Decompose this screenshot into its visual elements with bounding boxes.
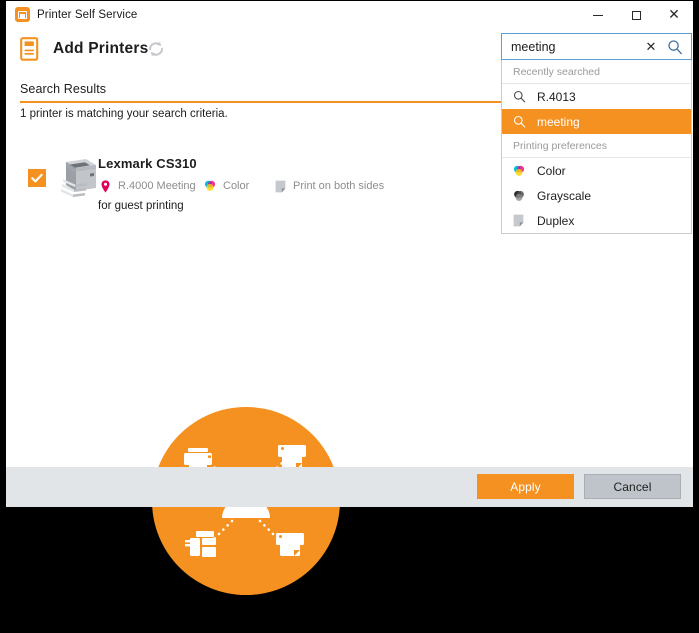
- window-title: Printer Self Service: [37, 8, 138, 21]
- search-results-heading: Search Results: [20, 82, 107, 96]
- printing-preferences-group-label: Printing preferences: [502, 134, 691, 157]
- search-input[interactable]: [502, 35, 651, 58]
- preference-label: Color: [537, 163, 566, 178]
- printer-name: Lexmark CS310: [98, 156, 197, 171]
- minimize-icon[interactable]: [579, 1, 617, 29]
- recently-searched-group-label: Recently searched: [502, 60, 691, 83]
- search-icon: [513, 115, 529, 128]
- search-suggestions-dropdown: Recently searched R.4013 meeting Printin…: [501, 60, 692, 234]
- title-bar-left: Printer Self Service: [15, 7, 137, 22]
- screen: Printer Self Service ✕ Add Printers Sear…: [0, 0, 699, 633]
- suggestion-item-r4013[interactable]: R.4013: [502, 84, 691, 109]
- application-window: Printer Self Service ✕ Add Printers Sear…: [6, 1, 693, 595]
- printer-color-mode: Color: [203, 180, 273, 192]
- search-icon[interactable]: [667, 39, 683, 55]
- color-icon: [203, 180, 217, 192]
- printer-location-label: R.4000 Meeting: [118, 180, 196, 192]
- printer-app-icon: [15, 7, 30, 22]
- refresh-icon[interactable]: [146, 39, 166, 59]
- preference-label: Grayscale: [537, 188, 592, 203]
- suggestion-item-meeting[interactable]: meeting: [502, 109, 691, 134]
- printer-meta-row: R.4000 Meeting Color Print on both sides: [98, 178, 384, 194]
- search-area: ✕ Recently searched: [501, 33, 692, 234]
- result-count-text: 1 printer is matching your search criter…: [20, 108, 228, 120]
- search-box[interactable]: ✕: [501, 33, 692, 60]
- preference-item-grayscale[interactable]: Grayscale: [502, 183, 691, 208]
- printer-duplex: Print on both sides: [273, 180, 384, 193]
- duplex-icon: [273, 180, 287, 193]
- window-controls: ✕: [579, 1, 693, 29]
- preference-item-duplex[interactable]: Duplex: [502, 208, 691, 233]
- cancel-button[interactable]: Cancel: [584, 474, 681, 499]
- apply-button[interactable]: Apply: [477, 474, 574, 499]
- close-icon[interactable]: ✕: [655, 1, 693, 29]
- grayscale-icon: [513, 190, 529, 202]
- location-pin-icon: [98, 179, 112, 193]
- printer-select-checkbox[interactable]: [28, 169, 46, 187]
- printer-duplex-label: Print on both sides: [293, 180, 385, 192]
- maximize-icon[interactable]: [617, 1, 655, 29]
- printer-thumbnail: [56, 157, 100, 199]
- page-title: Add Printers: [53, 40, 149, 57]
- printer-icon: [18, 37, 41, 61]
- color-icon: [513, 165, 529, 177]
- footer-bar: Apply Cancel: [6, 467, 693, 507]
- suggestion-label: meeting: [537, 114, 580, 129]
- printer-location: R.4000 Meeting: [98, 179, 203, 193]
- suggestion-label: R.4013: [537, 89, 576, 104]
- clear-icon[interactable]: ✕: [643, 38, 659, 56]
- title-bar: Printer Self Service ✕: [6, 1, 693, 30]
- printer-color-label: Color: [223, 180, 250, 192]
- preference-label: Duplex: [537, 213, 575, 228]
- search-icon: [513, 90, 529, 103]
- duplex-icon: [513, 214, 529, 227]
- preference-item-color[interactable]: Color: [502, 158, 691, 183]
- printer-description: for guest printing: [98, 200, 184, 212]
